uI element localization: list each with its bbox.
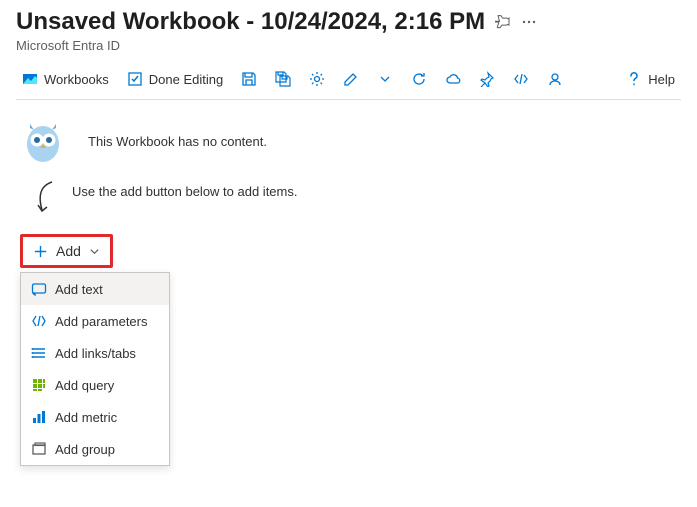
- add-label: Add: [56, 243, 81, 259]
- save-button[interactable]: [235, 67, 263, 91]
- add-menu: Add text Add parameters Add links/tabs A…: [20, 272, 170, 466]
- empty-message: This Workbook has no content.: [88, 134, 267, 149]
- menu-item-label: Add group: [55, 442, 115, 457]
- help-icon: [626, 71, 642, 87]
- save-icon: [241, 71, 257, 87]
- cloud-icon: [445, 71, 461, 87]
- text-icon: [31, 281, 47, 297]
- refresh-button[interactable]: [405, 67, 433, 91]
- help-label: Help: [648, 72, 675, 87]
- settings-button[interactable]: [303, 67, 331, 91]
- pin-button[interactable]: [473, 67, 501, 91]
- owl-icon: [20, 118, 66, 164]
- menu-add-metric[interactable]: Add metric: [21, 401, 169, 433]
- page-title: Unsaved Workbook - 10/24/2024, 2:16 PM: [16, 8, 485, 36]
- pin-toolbar-icon: [479, 71, 495, 87]
- refresh-icon: [411, 71, 427, 87]
- menu-item-label: Add parameters: [55, 314, 148, 329]
- workbooks-label: Workbooks: [44, 72, 109, 87]
- parameters-icon: [31, 313, 47, 329]
- feedback-icon: [547, 71, 563, 87]
- hint-text: Use the add button below to add items.: [72, 180, 297, 199]
- breadcrumb: Microsoft Entra ID: [16, 38, 681, 53]
- pin-icon[interactable]: [495, 14, 511, 30]
- save-as-button[interactable]: [269, 67, 297, 91]
- done-editing-label: Done Editing: [149, 72, 223, 87]
- menu-item-label: Add metric: [55, 410, 117, 425]
- feedback-button[interactable]: [541, 67, 569, 91]
- menu-add-text[interactable]: Add text: [21, 273, 169, 305]
- links-icon: [31, 345, 47, 361]
- metric-icon: [31, 409, 47, 425]
- menu-add-links-tabs[interactable]: Add links/tabs: [21, 337, 169, 369]
- menu-item-label: Add text: [55, 282, 103, 297]
- workbook-icon: [22, 71, 38, 87]
- group-icon: [31, 441, 47, 457]
- pencil-icon: [343, 71, 359, 87]
- help-button[interactable]: Help: [620, 67, 681, 91]
- share-button[interactable]: [439, 67, 467, 91]
- gear-icon: [309, 71, 325, 87]
- save-as-icon: [275, 71, 291, 87]
- menu-item-label: Add links/tabs: [55, 346, 136, 361]
- toolbar: Workbooks Done Editing: [16, 67, 681, 100]
- workbooks-button[interactable]: Workbooks: [16, 67, 115, 91]
- edit-dropdown[interactable]: [371, 67, 399, 91]
- code-button[interactable]: [507, 67, 535, 91]
- menu-add-parameters[interactable]: Add parameters: [21, 305, 169, 337]
- done-editing-icon: [127, 71, 143, 87]
- add-button[interactable]: Add: [20, 234, 113, 268]
- done-editing-button[interactable]: Done Editing: [121, 67, 229, 91]
- menu-item-label: Add query: [55, 378, 114, 393]
- code-icon: [513, 71, 529, 87]
- menu-add-group[interactable]: Add group: [21, 433, 169, 465]
- arrow-down-icon: [34, 180, 58, 216]
- chevron-down-icon: [89, 246, 100, 257]
- edit-button[interactable]: [337, 67, 365, 91]
- more-icon[interactable]: [521, 14, 537, 30]
- query-icon: [31, 377, 47, 393]
- plus-icon: [33, 244, 48, 259]
- chevron-down-icon: [377, 71, 393, 87]
- menu-add-query[interactable]: Add query: [21, 369, 169, 401]
